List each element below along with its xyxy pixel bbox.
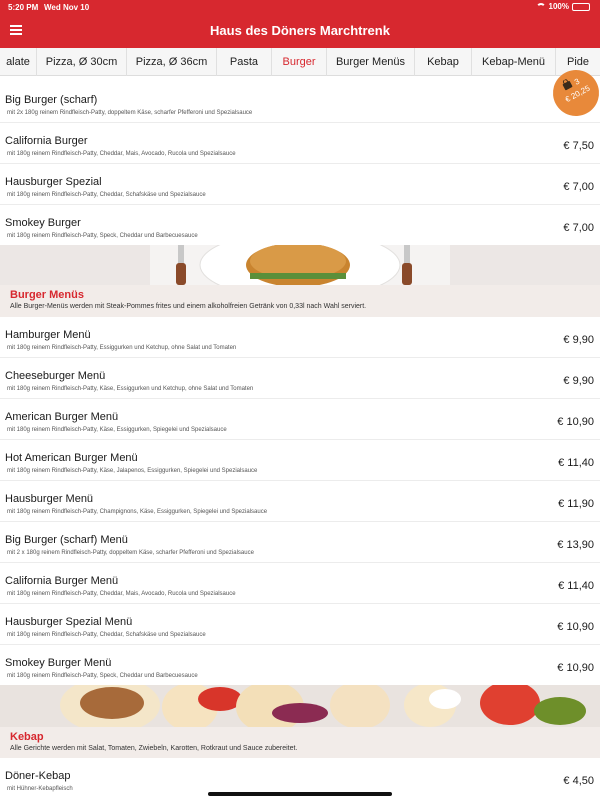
item-price: € 7,00 — [563, 181, 594, 193]
item-description: mit 180g reinem Rindfleisch-Patty, Käse,… — [7, 468, 258, 474]
item-price: € 9,90 — [563, 334, 594, 346]
page-title: Haus des Döners Marchtrenk — [210, 23, 390, 38]
item-price: € 13,90 — [557, 539, 594, 551]
item-name: Big Burger (scharf) Menü — [5, 534, 128, 546]
battery-icon — [572, 2, 590, 11]
tab-kebap-menu[interactable]: Kebap-Menü — [472, 48, 556, 76]
status-time: 5:20 PM — [8, 3, 39, 12]
item-description: mit 180g reinem Rindfleisch-Patty, Speck… — [7, 233, 198, 239]
tab-salate[interactable]: alate — [0, 48, 37, 76]
item-name: Smokey Burger Menü — [5, 657, 112, 669]
section-title: Kebap — [10, 731, 44, 743]
tab-kebap[interactable]: Kebap — [415, 48, 472, 76]
menu-item[interactable]: Hamburger Menü mit 180g reinem Rindfleis… — [0, 317, 600, 358]
item-price: € 10,90 — [557, 662, 594, 674]
item-name: Hausburger Spezial Menü — [5, 616, 133, 628]
menu-item[interactable]: Hausburger Spezial Menü mit 180g reinem … — [0, 604, 600, 645]
item-name: Hausburger Menü — [5, 493, 94, 505]
tab-pizza-30[interactable]: Pizza, Ø 30cm — [37, 48, 127, 76]
item-price: € 11,90 — [558, 498, 594, 510]
menu-item[interactable]: Big Burger (scharf) Menü mit 2 x 180g re… — [0, 522, 600, 563]
item-price: € 11,40 — [558, 580, 594, 592]
item-name: Smokey Burger — [5, 217, 81, 229]
item-name: American Burger Menü — [5, 411, 119, 423]
status-indicators: 100% — [535, 2, 590, 11]
app-header: 5:20 PM Wed Nov 10 100% Haus des Döners … — [0, 0, 600, 48]
item-price: € 11,40 — [558, 457, 594, 469]
item-name: Hausburger Spezial — [5, 176, 102, 188]
item-description: mit 180g reinem Rindfleisch-Patty, Chedd… — [7, 151, 236, 157]
item-description: mit 180g reinem Rindfleisch-Patty, Champ… — [7, 509, 268, 515]
item-price: € 7,00 — [563, 222, 594, 234]
menu-item[interactable]: Hausburger Spezial mit 180g reinem Rindf… — [0, 164, 600, 205]
item-price: € 10,90 — [557, 621, 594, 633]
item-price: € 7,50 — [563, 140, 594, 152]
shopping-bag-icon — [562, 79, 573, 91]
tab-pasta[interactable]: Pasta — [217, 48, 272, 76]
burger-menus-banner-image — [0, 245, 600, 285]
item-name: Big Burger (scharf) — [5, 94, 98, 106]
cart-count: 3 — [572, 76, 582, 87]
item-description: mit 180g reinem Rindfleisch-Patty, Käse,… — [7, 427, 227, 433]
item-name: Döner-Kebap — [5, 770, 71, 782]
section-header-burger-menus: Burger Menüs Alle Burger-Menüs werden mi… — [0, 285, 600, 317]
kebap-banner-image — [0, 685, 600, 727]
section-note: Alle Gerichte werden mit Salat, Tomaten,… — [10, 745, 298, 752]
category-tabs: alate Pizza, Ø 30cm Pizza, Ø 36cm Pasta … — [0, 48, 600, 76]
item-description: mit 180g reinem Rindfleisch-Patty, Chedd… — [7, 192, 206, 198]
item-name: Hot American Burger Menü — [5, 452, 138, 464]
item-price: € 9,90 — [563, 375, 594, 387]
item-description: mit 180g reinem Rindfleisch-Patty, Essig… — [7, 345, 237, 351]
section-note: Alle Burger-Menüs werden mit Steak-Pomme… — [10, 303, 367, 310]
item-description: mit 2 x 180g reinem Rindfleisch-Patty, d… — [7, 550, 254, 556]
menu-item[interactable]: Hot American Burger Menü mit 180g reinem… — [0, 440, 600, 481]
menu-item[interactable]: Smokey Burger mit 180g reinem Rindfleisc… — [0, 205, 600, 246]
home-indicator — [208, 792, 392, 796]
item-description: mit 180g reinem Rindfleisch-Patty, Chedd… — [7, 591, 236, 597]
tab-burger[interactable]: Burger — [272, 48, 327, 76]
item-name: Cheeseburger Menü — [5, 370, 106, 382]
section-title: Burger Menüs — [10, 289, 84, 301]
tab-pizza-36[interactable]: Pizza, Ø 36cm — [127, 48, 217, 76]
item-name: California Burger — [5, 135, 88, 147]
menu-item[interactable]: Big Burger (scharf) mit 2x 180g reinem R… — [0, 82, 600, 123]
menu-item[interactable]: American Burger Menü mit 180g reinem Rin… — [0, 399, 600, 440]
item-description: mit Hühner-Kebapfleisch — [7, 786, 73, 792]
wifi-icon — [535, 2, 546, 11]
item-name: California Burger Menü — [5, 575, 119, 587]
item-price: € 10,90 — [557, 416, 594, 428]
item-description: mit 2x 180g reinem Rindfleisch-Patty, do… — [7, 110, 253, 116]
menu-item[interactable]: Cheeseburger Menü mit 180g reinem Rindfl… — [0, 358, 600, 399]
item-description: mit 180g reinem Rindfleisch-Patty, Käse,… — [7, 386, 254, 392]
section-header-kebap: Kebap Alle Gerichte werden mit Salat, To… — [0, 727, 600, 758]
menu-item[interactable]: Hausburger Menü mit 180g reinem Rindflei… — [0, 481, 600, 522]
battery-percent: 100% — [548, 2, 569, 11]
status-date: Wed Nov 10 — [44, 3, 90, 12]
menu-item[interactable]: California Burger Menü mit 180g reinem R… — [0, 563, 600, 604]
menu-item[interactable]: Smokey Burger Menü mit 180g reinem Rindf… — [0, 645, 600, 686]
menu-item[interactable]: California Burger mit 180g reinem Rindfl… — [0, 123, 600, 164]
item-description: mit 180g reinem Rindfleisch-Patty, Chedd… — [7, 632, 206, 638]
item-price: € 4,50 — [563, 775, 594, 787]
item-description: mit 180g reinem Rindfleisch-Patty, Speck… — [7, 673, 198, 679]
tab-burger-menus[interactable]: Burger Menüs — [327, 48, 415, 76]
item-name: Hamburger Menü — [5, 329, 91, 341]
status-bar: 5:20 PM Wed Nov 10 100% — [0, 0, 600, 16]
